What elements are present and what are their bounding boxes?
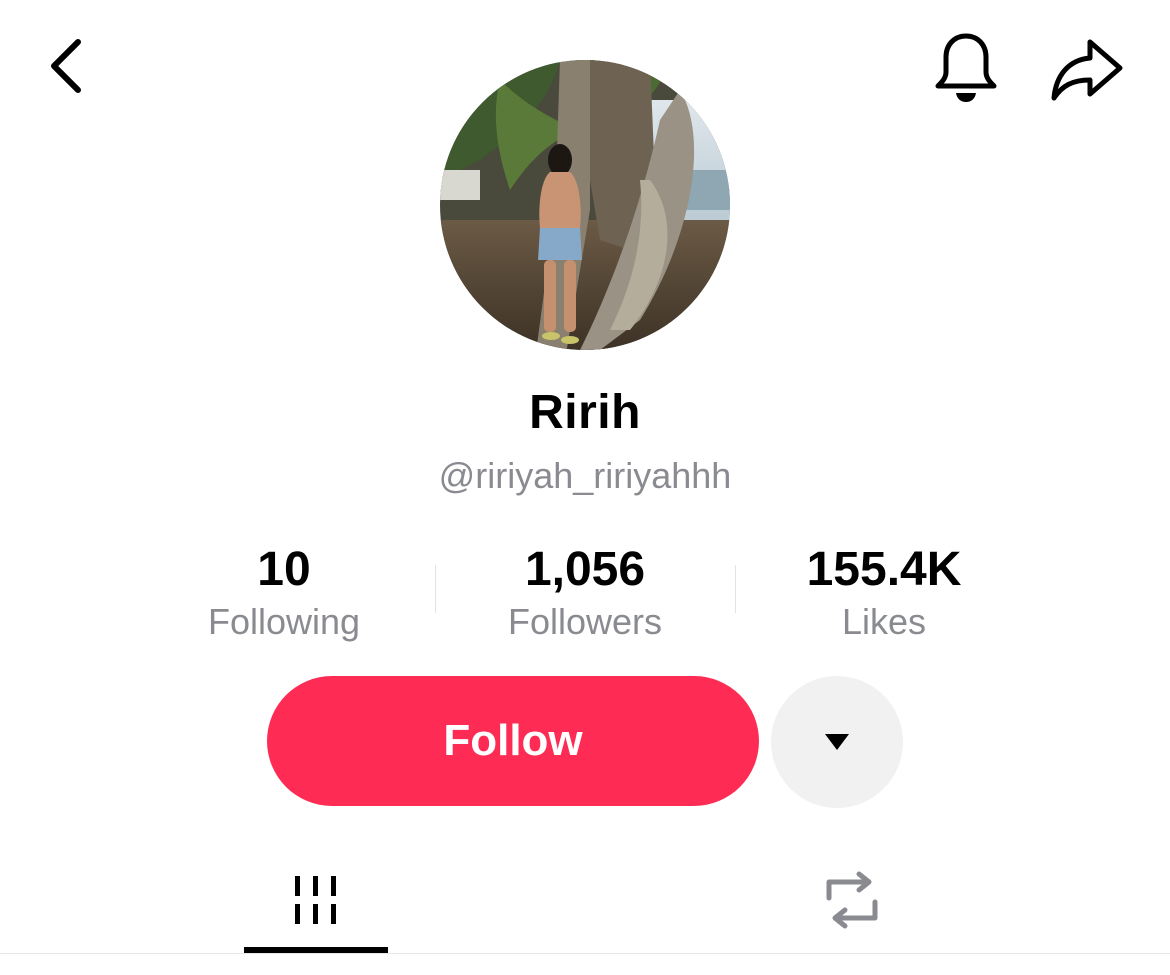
followers-stat[interactable]: 1,056 Followers: [435, 540, 735, 644]
tab-videos[interactable]: [244, 850, 388, 950]
back-button[interactable]: [30, 30, 102, 102]
following-stat[interactable]: 10 Following: [134, 540, 434, 644]
likes-count: 155.4K: [806, 543, 962, 596]
following-count: 10: [257, 543, 311, 596]
notification-button[interactable]: [924, 26, 1008, 110]
tab-reposts[interactable]: [780, 850, 924, 950]
follow-button[interactable]: Follow: [267, 676, 759, 806]
display-name: Ririh: [529, 386, 641, 439]
chevron-left-icon: [51, 39, 81, 93]
share-arrow-icon: [1051, 39, 1123, 101]
tabs-divider: [0, 953, 1170, 954]
username: @ririyah_ririyahhh: [438, 455, 732, 496]
more-options-button[interactable]: [771, 676, 903, 808]
avatar[interactable]: [440, 60, 730, 350]
videos-grid-icon: [295, 876, 336, 924]
share-button[interactable]: [1044, 28, 1128, 112]
caret-down-icon: [825, 734, 849, 750]
followers-count: 1,056: [524, 543, 646, 596]
following-label: Following: [207, 601, 361, 642]
followers-label: Followers: [507, 601, 663, 642]
likes-label: Likes: [841, 601, 927, 642]
profile-photo: [440, 60, 730, 350]
repost-icon: [826, 871, 878, 929]
bell-icon: [935, 33, 997, 102]
likes-stat[interactable]: 155.4K Likes: [734, 540, 1034, 644]
